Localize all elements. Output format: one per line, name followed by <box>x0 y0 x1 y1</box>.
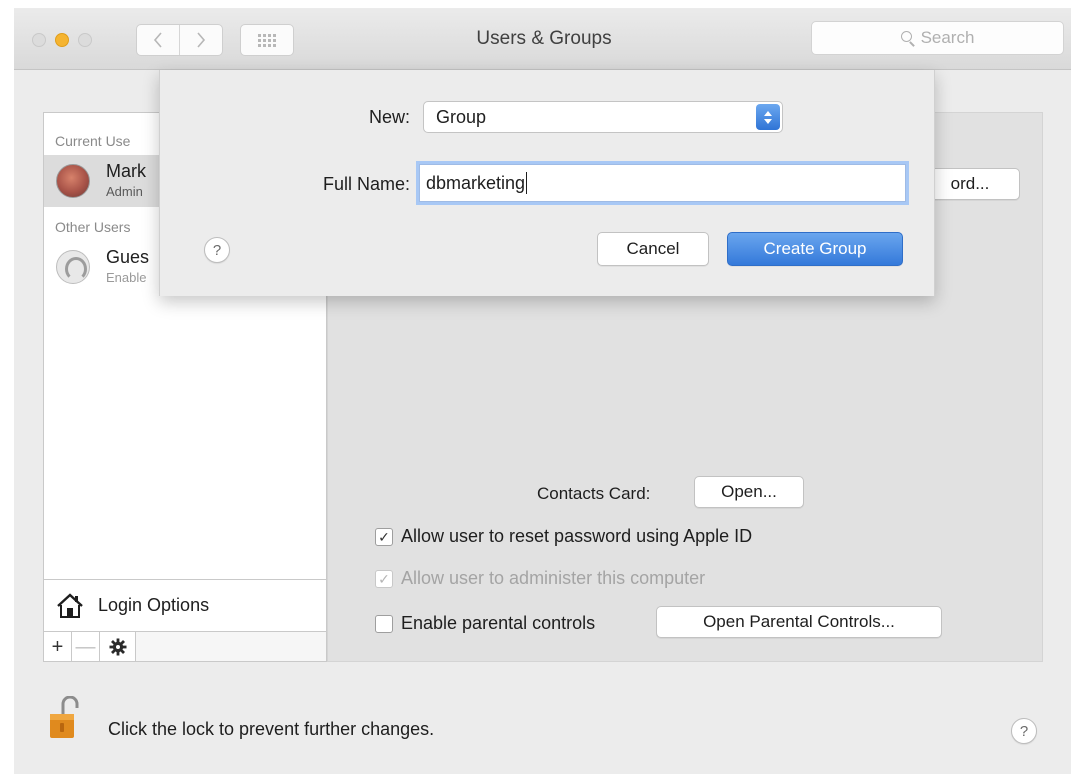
user-name: Mark <box>106 161 146 181</box>
back-button[interactable] <box>137 25 179 55</box>
close-window-button[interactable] <box>32 33 46 47</box>
minimize-window-button[interactable] <box>55 33 69 47</box>
reset-password-label: Allow user to reset password using Apple… <box>401 526 753 546</box>
administer-checkbox: ✓ <box>375 569 393 588</box>
create-group-button[interactable]: Create Group <box>727 232 903 266</box>
user-name: Gues <box>106 247 150 267</box>
grid-icon <box>258 33 276 47</box>
show-all-button[interactable] <box>240 24 294 56</box>
lock-message: Click the lock to prevent further change… <box>108 719 435 739</box>
account-type-value: Group <box>436 106 487 127</box>
help-icon[interactable]: ? <box>204 237 230 263</box>
login-options-item[interactable]: Login Options <box>44 579 326 631</box>
parental-controls-checkbox[interactable] <box>375 614 393 633</box>
cancel-label: Cancel <box>626 239 680 258</box>
new-account-sheet: New: Group Full Name: dbmarketing ? Canc… <box>159 70 935 296</box>
create-group-label: Create Group <box>763 239 867 258</box>
change-password-button[interactable]: ord... <box>920 168 1020 200</box>
account-type-popup[interactable]: Group <box>423 101 783 133</box>
administer-label: Allow user to administer this computer <box>401 568 706 588</box>
full-name-value: dbmarketing <box>426 172 526 193</box>
chevron-left-icon <box>153 32 162 48</box>
full-name-label: Full Name: <box>322 174 410 194</box>
back-forward-control <box>136 24 223 56</box>
avatar <box>56 164 90 198</box>
login-options-label: Login Options <box>98 595 210 615</box>
other-users-label: Other Users <box>55 219 131 235</box>
zoom-window-button[interactable] <box>78 33 92 47</box>
new-label: New: <box>368 107 410 127</box>
title-bar: Users & Groups Search <box>14 8 1071 70</box>
window-title: Users & Groups <box>476 28 612 49</box>
lock-icon[interactable] <box>49 696 79 740</box>
text-caret <box>526 172 528 194</box>
open-parental-controls-label: Open Parental Controls... <box>703 612 895 631</box>
open-contacts-button[interactable]: Open... <box>694 476 804 508</box>
contacts-card-label: Contacts Card: <box>537 484 651 503</box>
full-name-field[interactable]: dbmarketing <box>419 164 906 202</box>
search-field[interactable]: Search <box>811 21 1064 55</box>
chevron-right-icon <box>197 32 206 48</box>
open-parental-controls-button[interactable]: Open Parental Controls... <box>656 606 942 638</box>
popup-arrows-icon <box>756 104 780 130</box>
current-users-label: Current Use <box>55 133 131 149</box>
parental-controls-checkbox-row[interactable]: Enable parental controls <box>375 613 595 634</box>
guest-avatar-icon <box>56 250 90 284</box>
sidebar-toolbar: + — <box>44 631 326 662</box>
parental-controls-label: Enable parental controls <box>401 613 596 633</box>
users-groups-window: Users & Groups Search Current Use Mark A… <box>14 8 1071 774</box>
add-user-button[interactable]: + <box>44 632 72 662</box>
search-placeholder: Search <box>920 28 975 47</box>
user-role: Admin <box>106 184 143 199</box>
help-icon[interactable]: ? <box>1011 718 1037 744</box>
remove-user-button[interactable]: — <box>72 632 100 662</box>
search-icon <box>900 31 915 45</box>
cancel-button[interactable]: Cancel <box>597 232 709 266</box>
administer-checkbox-row: ✓ Allow user to administer this computer <box>375 568 705 589</box>
gear-icon <box>109 638 126 656</box>
reset-password-checkbox[interactable]: ✓ <box>375 527 393 546</box>
user-status: Enable <box>106 270 147 285</box>
action-menu-button[interactable] <box>100 632 136 662</box>
change-password-label: ord... <box>950 174 990 193</box>
open-button-label: Open... <box>721 482 777 501</box>
house-icon <box>57 592 83 618</box>
reset-password-checkbox-row[interactable]: ✓ Allow user to reset password using App… <box>375 526 752 547</box>
forward-button[interactable] <box>179 25 222 55</box>
